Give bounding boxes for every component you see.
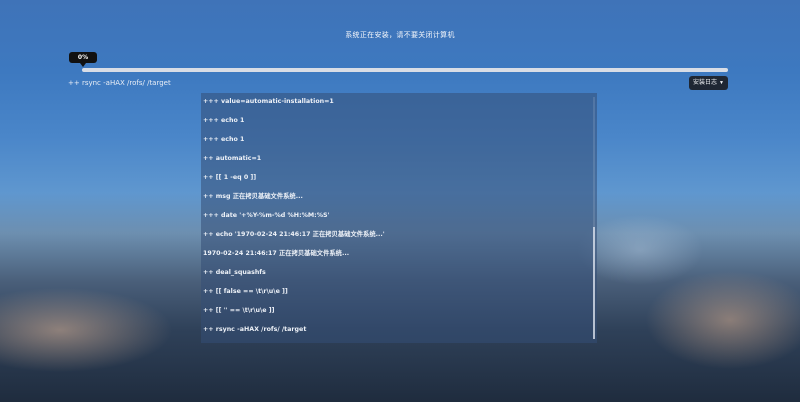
page-title: 系统正在安装，请不要关闭计算机	[345, 31, 455, 39]
log-line: ++ deal_squashfs	[203, 269, 266, 276]
log-line: ++ msg 正在拷贝基础文件系统...	[203, 193, 303, 200]
log-line: ++ [[ 1 -eq 0 ]]	[203, 174, 257, 181]
progress-bar	[82, 68, 728, 74]
log-line: +++ echo 1	[203, 117, 245, 124]
install-log-panel[interactable]: +++ value=automatic-installation=1 +++ ec…	[201, 93, 597, 343]
progress-percent-tooltip: 0%	[69, 52, 97, 67]
log-line: +++ date '+%Y-%m-%d %H:%M:%S'	[203, 212, 330, 219]
install-log-list: +++ value=automatic-installation=1 +++ ec…	[203, 97, 588, 343]
installer-screen: 系统正在安装，请不要关闭计算机 0% ++ rsync -aHAX /rofs/…	[0, 0, 800, 402]
log-line: ++ [[ '' == \t\r\u\e ]]	[203, 307, 275, 314]
log-line: 1970-02-24 21:46:17 正在拷贝基础文件系统...	[203, 250, 350, 257]
log-scrollbar-thumb[interactable]	[593, 227, 595, 339]
log-line: ++ automatic=1	[203, 155, 262, 162]
log-line: ++ rsync -aHAX /rofs/ /target	[203, 326, 307, 333]
current-command-text: ++ rsync -aHAX /rofs/ /target	[68, 79, 171, 87]
log-line: ++ echo '1970-02-24 21:46:17 正在拷贝基础文件系统.…	[203, 231, 385, 238]
install-log-button-label: 安装日志	[693, 80, 718, 86]
install-log-toggle-button[interactable]: 安装日志 ▼	[689, 76, 728, 90]
chevron-down-icon: ▼	[719, 80, 724, 86]
progress-track	[82, 68, 728, 72]
log-line: +++ echo 1	[203, 136, 245, 143]
log-scrollbar[interactable]	[593, 97, 595, 339]
log-line: ++ [[ false == \t\r\u\e ]]	[203, 288, 288, 295]
log-line: +++ value=automatic-installation=1	[203, 98, 334, 105]
